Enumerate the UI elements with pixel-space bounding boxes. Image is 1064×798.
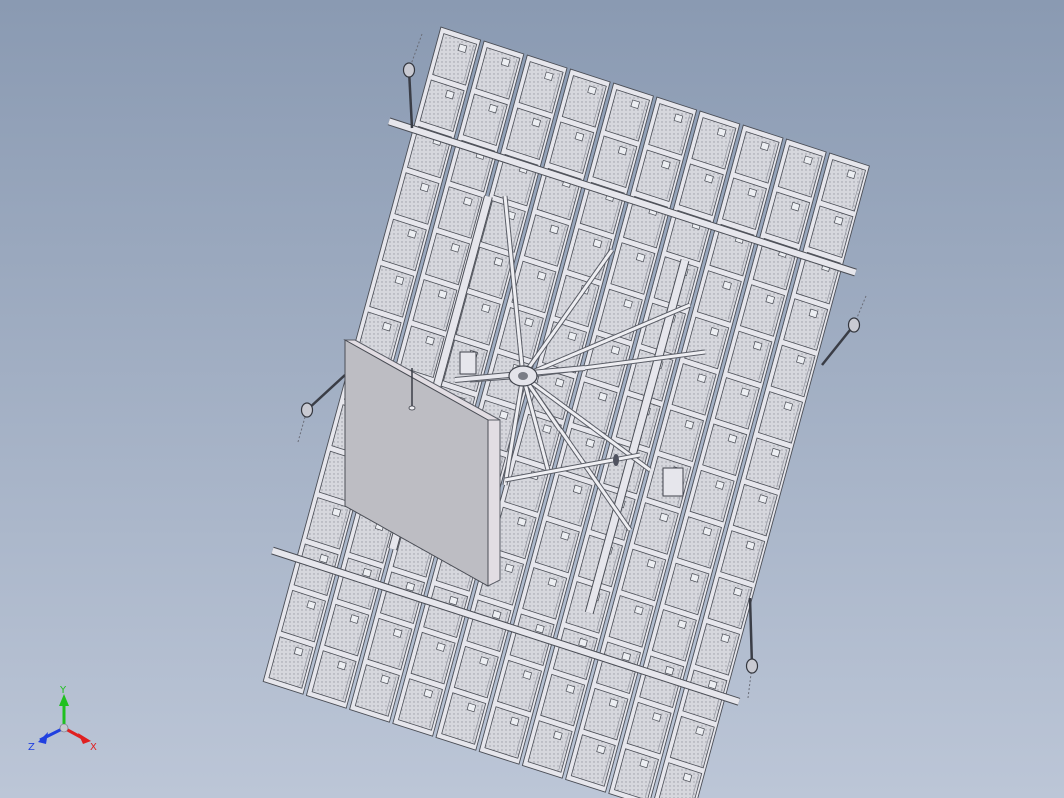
arm-rod <box>748 597 754 667</box>
counterweight <box>745 658 759 674</box>
y-axis-label: Y <box>59 685 67 696</box>
cad-viewport[interactable] <box>0 0 1064 798</box>
x-axis-label: X <box>90 742 97 753</box>
axis-triad: Y X Z <box>28 685 97 753</box>
counterweight <box>847 317 861 333</box>
arm-rod <box>821 324 855 366</box>
box-side-face <box>487 419 501 587</box>
counterweight <box>300 402 314 418</box>
arm-rod <box>407 69 414 129</box>
z-axis-label: Z <box>28 742 35 753</box>
counterweight <box>402 62 416 78</box>
solar-tracker-assembly <box>262 26 870 798</box>
mounting-plate <box>459 351 477 375</box>
origin-sphere <box>59 723 69 733</box>
mounting-plate <box>662 467 684 497</box>
hub-center <box>518 372 528 380</box>
box-antenna-base <box>408 405 416 411</box>
z-axis-cone <box>38 732 48 744</box>
actuator-clamp <box>613 454 619 466</box>
